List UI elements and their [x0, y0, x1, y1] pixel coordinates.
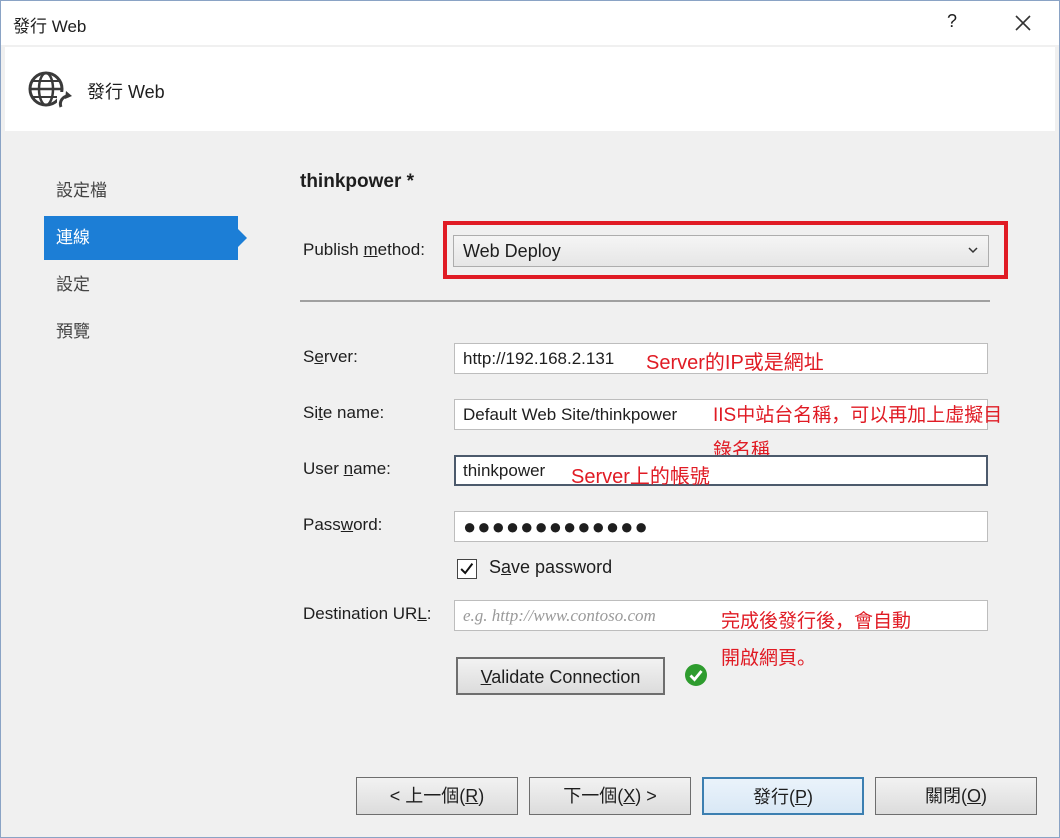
- sidebar-nav: 設定檔 連線 設定 預覽: [44, 169, 247, 357]
- server-label: Server:: [303, 347, 358, 367]
- window-title: 發行 Web: [13, 17, 87, 36]
- sidebar-item-preview[interactable]: 預覽: [44, 310, 238, 354]
- previous-button[interactable]: < 上一個(R): [356, 777, 518, 815]
- label-text: ): [807, 787, 813, 807]
- access-key: O: [966, 786, 981, 806]
- access-key: P: [794, 787, 807, 807]
- label-text: 下一個(: [563, 786, 624, 806]
- access-key: n: [343, 459, 354, 478]
- password-mask: ●●●●●●●●●●●●●: [463, 514, 649, 539]
- label-text: < 上一個(: [389, 786, 466, 806]
- annotation-url-line1: 完成後發行後，會自動: [721, 611, 912, 632]
- label-text: User: [303, 459, 344, 478]
- publish-method-value: Web Deploy: [463, 241, 561, 261]
- next-button[interactable]: 下一個(X) >: [529, 777, 691, 815]
- annotation-url-line2: 開啟網頁。: [721, 648, 817, 669]
- label-text: e name:: [322, 403, 385, 422]
- annotation-server: Server的IP或是網址: [646, 352, 824, 374]
- publish-method-select[interactable]: Web Deploy: [453, 235, 989, 267]
- save-password-checkbox[interactable]: [457, 559, 477, 579]
- sidebar-item-profile[interactable]: 設定檔: [44, 169, 238, 213]
- access-key: m: [363, 240, 378, 259]
- divider: [300, 300, 990, 302]
- access-key: V: [480, 667, 492, 687]
- profile-name: thinkpower *: [300, 171, 415, 192]
- publish-button[interactable]: 發行(P): [702, 777, 864, 815]
- label-text: S: [303, 347, 315, 366]
- access-key: X: [623, 786, 636, 806]
- save-password-label[interactable]: Save password: [489, 557, 612, 578]
- access-key: w: [340, 515, 354, 534]
- publish-method-label: Publish method:: [303, 240, 425, 260]
- check-circle-icon: [685, 664, 707, 686]
- label-text: 關閉(: [924, 786, 967, 806]
- sidebar-item-settings[interactable]: 設定: [44, 263, 238, 307]
- checkmark-icon: [460, 563, 474, 575]
- label-text: rver:: [323, 347, 358, 366]
- header-title: 發行 Web: [87, 82, 165, 102]
- title-bar: 發行 Web ?: [1, 1, 1059, 45]
- close-icon[interactable]: [1014, 14, 1032, 32]
- publish-web-dialog: 發行 Web ? 發行 Web 設定檔 連線 設定 預覽 thinkpower …: [0, 0, 1060, 838]
- sidebar-item-connection[interactable]: 連線: [44, 216, 247, 260]
- validate-connection-button[interactable]: Validate Connection: [456, 657, 665, 695]
- label-text: :: [426, 604, 432, 623]
- password-label: Password:: [303, 515, 382, 535]
- access-key: a: [501, 557, 512, 577]
- label-text: ): [478, 786, 485, 806]
- help-button[interactable]: ?: [947, 11, 957, 32]
- label-text: Pass: [303, 515, 341, 534]
- user-name-label: User name:: [303, 459, 391, 479]
- label-text: ethod:: [377, 240, 425, 259]
- label-text: S: [489, 557, 502, 577]
- destination-url-label: Destination URL:: [303, 604, 432, 624]
- annotation-site-line1: IIS中站台名稱，可以再加上虛擬目: [713, 405, 1003, 426]
- close-button[interactable]: 關閉(O): [875, 777, 1037, 815]
- label-text: ame:: [353, 459, 391, 478]
- label-text: Destination UR: [303, 604, 418, 623]
- label-text: alidate Connection: [491, 667, 641, 687]
- access-key: L: [417, 604, 427, 623]
- password-input[interactable]: ●●●●●●●●●●●●●: [454, 511, 988, 542]
- access-key: R: [465, 786, 479, 806]
- label-text: Si: [303, 403, 319, 422]
- label-text: ve password: [511, 557, 613, 577]
- label-text: ) >: [635, 786, 657, 806]
- label-text: Publish: [303, 240, 364, 259]
- user-name-input[interactable]: thinkpower: [454, 455, 988, 486]
- site-name-label: Site name:: [303, 403, 384, 423]
- dialog-header: 發行 Web: [5, 47, 1055, 131]
- annotation-user: Server上的帳號: [571, 466, 710, 488]
- label-text: 發行(: [752, 787, 795, 807]
- globe-refresh-icon: [28, 71, 73, 112]
- label-text: ): [981, 786, 987, 806]
- access-key: e: [314, 347, 324, 366]
- label-text: ord:: [353, 515, 383, 534]
- chevron-down-icon: [968, 247, 978, 254]
